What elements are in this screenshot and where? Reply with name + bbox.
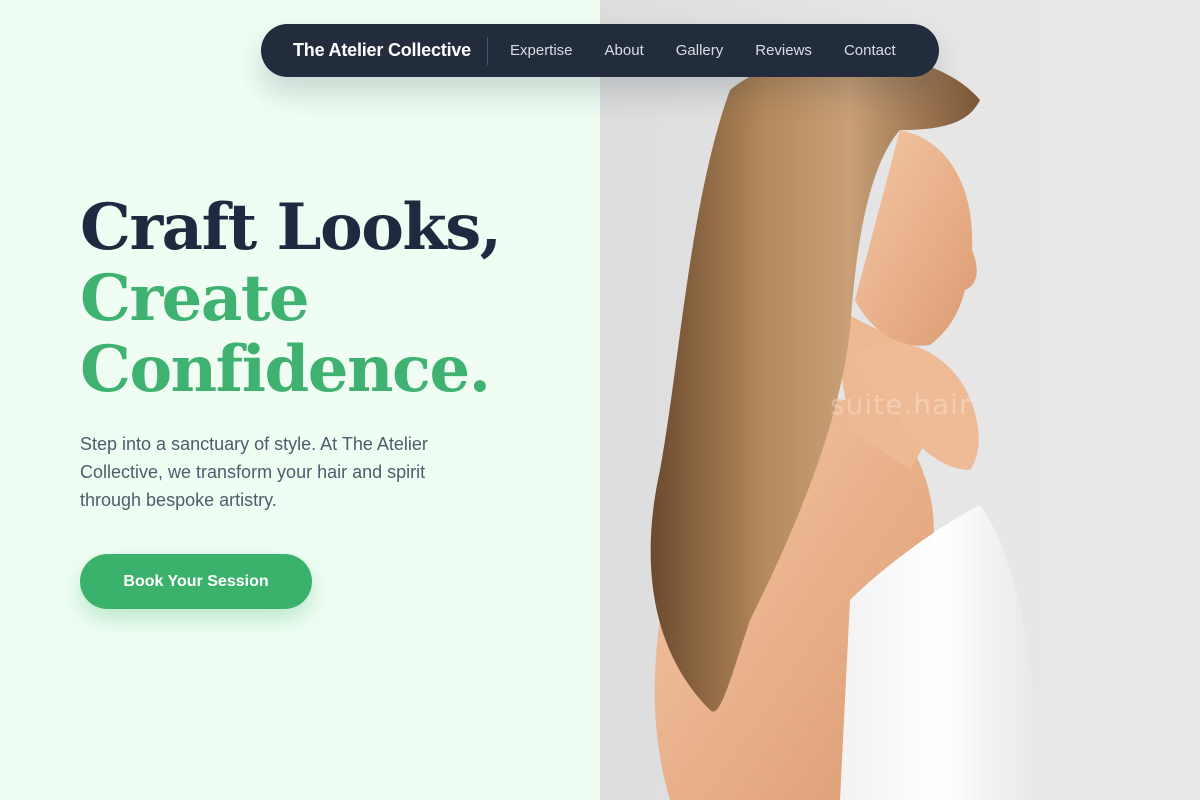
hero-headline: Craft Looks, Create Confidence. bbox=[80, 190, 502, 407]
nav-link-about[interactable]: About bbox=[605, 42, 644, 59]
brand-logo-text[interactable]: The Atelier Collective bbox=[293, 40, 471, 61]
image-watermark: suite.hair bbox=[830, 388, 972, 421]
hero-image-panel: suite.hair bbox=[600, 0, 1200, 800]
nav-divider bbox=[487, 36, 488, 65]
nav-links: Expertise About Gallery Reviews Contact bbox=[510, 42, 896, 59]
book-session-button[interactable]: Book Your Session bbox=[80, 554, 312, 609]
headline-line-2: Create bbox=[80, 261, 310, 336]
nav-link-expertise[interactable]: Expertise bbox=[510, 42, 573, 59]
hero-text-panel: Craft Looks, Create Confidence. Step int… bbox=[0, 0, 600, 800]
headline-line-1: Craft Looks, bbox=[80, 190, 502, 265]
headline-line-3: Confidence. bbox=[80, 332, 491, 407]
nav-link-gallery[interactable]: Gallery bbox=[676, 42, 724, 59]
hero-description: Step into a sanctuary of style. At The A… bbox=[80, 434, 428, 510]
top-navigation: The Atelier Collective Expertise About G… bbox=[261, 24, 939, 77]
nav-link-reviews[interactable]: Reviews bbox=[755, 42, 812, 59]
landing-page: Craft Looks, Create Confidence. Step int… bbox=[0, 0, 1200, 800]
nav-link-contact[interactable]: Contact bbox=[844, 42, 896, 59]
